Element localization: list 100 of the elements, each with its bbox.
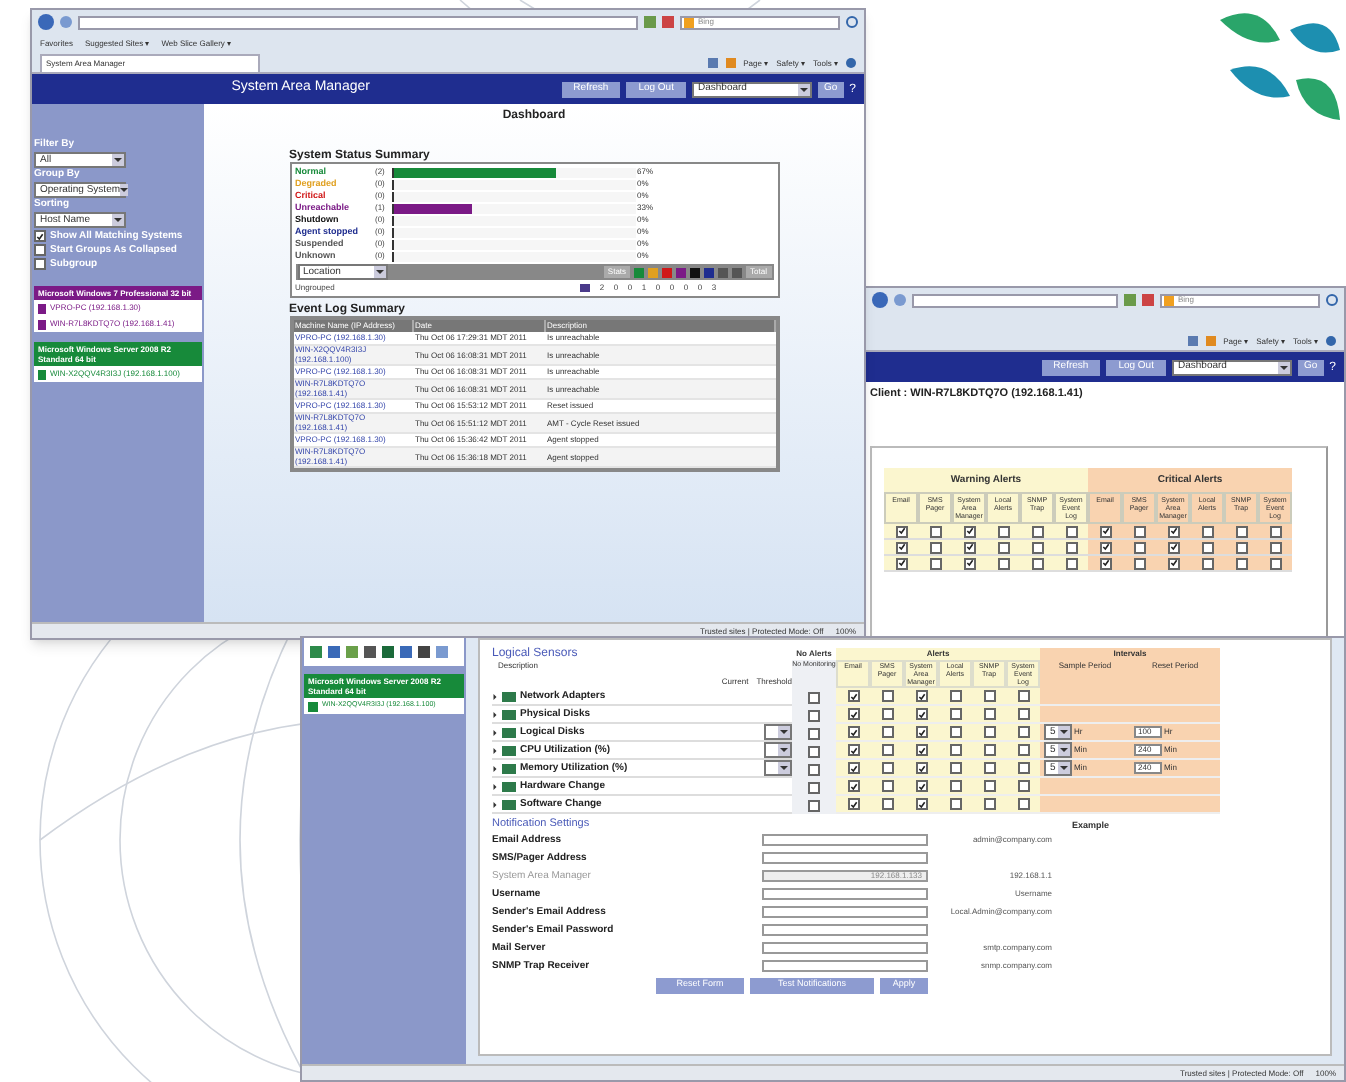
checkbox[interactable] [915, 798, 927, 810]
checkbox[interactable] [847, 780, 859, 792]
checkbox[interactable] [847, 798, 859, 810]
checkbox[interactable] [808, 745, 820, 757]
address-field[interactable] [78, 15, 638, 29]
checkbox[interactable] [1099, 525, 1111, 538]
checkbox[interactable] [881, 798, 893, 810]
checkbox[interactable] [983, 762, 995, 774]
checkbox[interactable] [1269, 541, 1281, 554]
checkbox[interactable] [915, 780, 927, 792]
input-field[interactable] [762, 888, 928, 900]
checkbox[interactable] [1031, 525, 1043, 538]
checkbox[interactable] [1017, 744, 1029, 756]
checkbox[interactable] [1017, 762, 1029, 774]
checkbox[interactable] [949, 762, 961, 774]
checkbox[interactable] [847, 762, 859, 774]
checkbox[interactable] [983, 744, 995, 756]
checkbox[interactable] [963, 557, 975, 570]
checkbox[interactable] [1133, 557, 1145, 570]
checkbox[interactable] [881, 780, 893, 792]
checkbox[interactable] [1065, 557, 1077, 570]
checkbox[interactable] [1269, 525, 1281, 538]
checkbox[interactable] [997, 541, 1009, 554]
threshold-select[interactable] [764, 760, 792, 776]
checkbox[interactable] [808, 781, 820, 793]
checkbox[interactable] [808, 691, 820, 703]
checkbox[interactable] [881, 726, 893, 738]
checkbox[interactable] [881, 762, 893, 774]
checkbox[interactable] [1235, 541, 1247, 554]
checkbox[interactable] [808, 727, 820, 739]
search-icon[interactable] [1326, 294, 1338, 306]
checkbox[interactable] [915, 762, 927, 774]
checkbox[interactable] [808, 799, 820, 811]
checkbox[interactable] [1167, 541, 1179, 554]
checkbox[interactable] [949, 744, 961, 756]
checkbox[interactable] [963, 525, 975, 538]
input-field[interactable] [762, 906, 928, 918]
checkbox[interactable] [1235, 525, 1247, 538]
checkbox[interactable] [1065, 541, 1077, 554]
checkbox[interactable] [1031, 557, 1043, 570]
checkbox[interactable] [1017, 690, 1029, 702]
checkbox[interactable] [34, 258, 46, 270]
checkbox[interactable] [997, 525, 1009, 538]
checkbox[interactable] [983, 708, 995, 720]
checkbox[interactable] [949, 726, 961, 738]
checkbox[interactable] [929, 525, 941, 538]
input-field[interactable] [762, 924, 928, 936]
checkbox[interactable] [847, 744, 859, 756]
checkbox[interactable] [847, 708, 859, 720]
checkbox[interactable] [997, 557, 1009, 570]
checkbox[interactable] [895, 557, 907, 570]
checkbox[interactable] [1017, 726, 1029, 738]
checkbox[interactable] [1099, 557, 1111, 570]
checkbox[interactable] [915, 726, 927, 738]
checkbox[interactable] [808, 709, 820, 721]
checkbox[interactable] [1017, 798, 1029, 810]
checkbox[interactable] [1065, 525, 1077, 538]
checkbox[interactable] [1269, 557, 1281, 570]
checkbox[interactable] [963, 541, 975, 554]
checkbox[interactable] [1167, 557, 1179, 570]
checkbox[interactable] [895, 525, 907, 538]
checkbox[interactable] [1017, 708, 1029, 720]
checkbox[interactable] [1017, 780, 1029, 792]
checkbox[interactable] [915, 690, 927, 702]
checkbox[interactable] [1099, 541, 1111, 554]
checkbox[interactable] [949, 708, 961, 720]
input-field[interactable] [762, 852, 928, 864]
checkbox[interactable] [983, 726, 995, 738]
input-field[interactable] [762, 942, 928, 954]
checkbox[interactable] [881, 708, 893, 720]
checkbox[interactable] [949, 780, 961, 792]
checkbox[interactable] [949, 798, 961, 810]
checkbox[interactable] [915, 744, 927, 756]
checkbox[interactable] [1201, 525, 1213, 538]
threshold-select[interactable] [764, 724, 792, 740]
checkbox[interactable] [847, 726, 859, 738]
checkbox[interactable] [1031, 541, 1043, 554]
checkbox[interactable] [915, 708, 927, 720]
checkbox[interactable] [983, 780, 995, 792]
checkbox[interactable] [1201, 557, 1213, 570]
checkbox[interactable] [808, 763, 820, 775]
input-field[interactable] [762, 960, 928, 972]
checkbox[interactable] [949, 690, 961, 702]
checkbox[interactable] [881, 744, 893, 756]
checkbox[interactable] [1133, 541, 1145, 554]
input-field[interactable] [762, 834, 928, 846]
address-field[interactable] [912, 293, 1118, 307]
checkbox[interactable] [34, 244, 46, 256]
checkbox[interactable] [983, 690, 995, 702]
checkbox[interactable] [34, 230, 46, 242]
checkbox[interactable] [1133, 525, 1145, 538]
checkbox[interactable] [847, 690, 859, 702]
checkbox[interactable] [1201, 541, 1213, 554]
checkbox[interactable] [929, 541, 941, 554]
search-icon[interactable] [846, 16, 858, 28]
checkbox[interactable] [1235, 557, 1247, 570]
checkbox[interactable] [983, 798, 995, 810]
checkbox[interactable] [895, 541, 907, 554]
threshold-select[interactable] [764, 742, 792, 758]
checkbox[interactable] [1167, 525, 1179, 538]
